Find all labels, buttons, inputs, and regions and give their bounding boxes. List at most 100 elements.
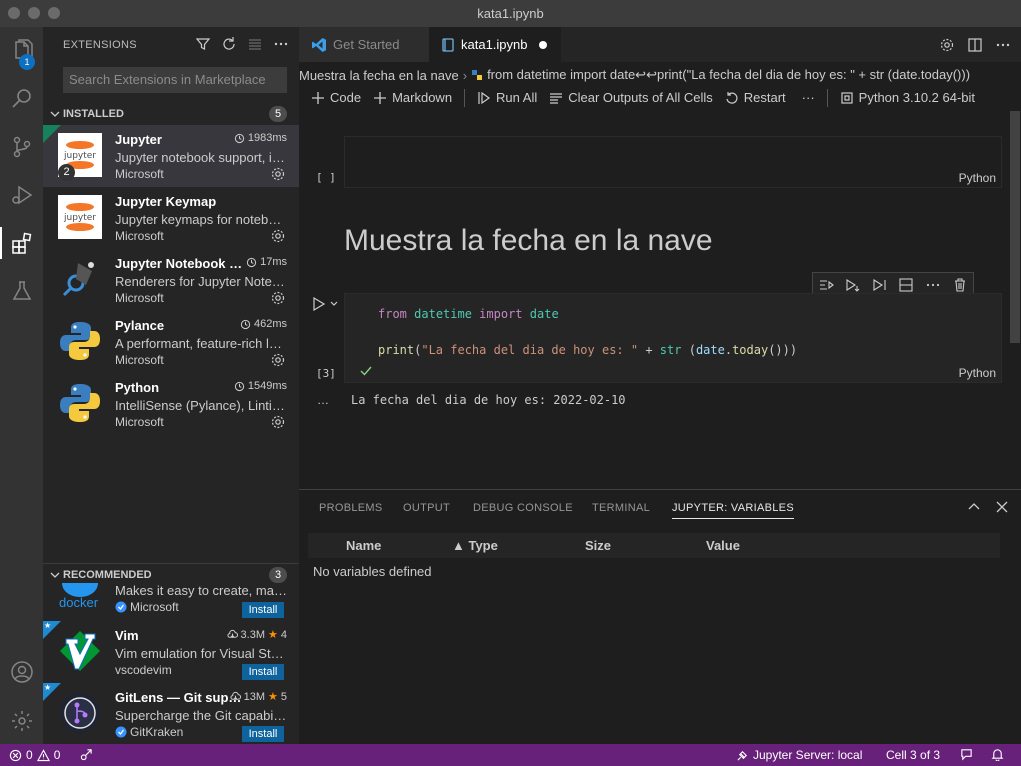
maximize-panel-chevron-up-icon[interactable]	[967, 500, 981, 514]
tab-output[interactable]: OUTPUT	[403, 502, 450, 514]
extension-description: A performant, feature-rich language serv…	[115, 336, 287, 351]
clear-list-icon[interactable]	[247, 36, 263, 55]
restart-label: Restart	[743, 90, 786, 105]
cell-language-label[interactable]: Python	[959, 171, 996, 185]
extension-publisher: Microsoft	[115, 229, 164, 243]
tab-terminal[interactable]: TERMINAL	[592, 502, 650, 514]
manage-gear-icon[interactable]	[270, 228, 286, 244]
run-all-button[interactable]: Run All	[477, 90, 537, 105]
manage-gear-icon[interactable]	[270, 414, 286, 430]
tab-jupyter-variables[interactable]: JUPYTER: VARIABLES	[672, 502, 794, 519]
tab-debug-console[interactable]: DEBUG CONSOLE	[473, 502, 573, 514]
split-cell-icon[interactable]	[898, 277, 914, 293]
add-code-label: Code	[330, 90, 362, 105]
method-token: today	[732, 343, 769, 357]
more-cell-actions-icon[interactable]	[925, 277, 941, 293]
notebook-settings-gear-icon[interactable]	[939, 37, 955, 56]
split-editor-icon[interactable]	[967, 37, 983, 56]
clear-outputs-button[interactable]: Clear Outputs of All Cells	[549, 90, 713, 105]
restart-icon	[726, 91, 738, 104]
installed-section-header[interactable]: INSTALLED 5	[43, 103, 299, 125]
account-icon[interactable]	[0, 652, 43, 692]
feedback-icon[interactable]	[960, 748, 973, 761]
manage-gear-icon[interactable]	[270, 352, 286, 368]
punctuation-token: (	[681, 343, 696, 357]
run-cell-icon[interactable]	[312, 297, 326, 311]
code-cell[interactable]: from datetime import date print ("La fech…	[344, 293, 1002, 383]
extension-publisher: vscodevim	[115, 663, 172, 677]
add-code-cell-button[interactable]: Code	[311, 90, 361, 105]
scrollbar-thumb[interactable]	[1010, 111, 1020, 343]
tab-problems[interactable]: PROBLEMS	[319, 502, 383, 514]
close-panel-icon[interactable]	[995, 500, 1009, 514]
extension-item-python[interactable]: Python 1549ms IntelliSense (Pylance), Li…	[43, 373, 299, 435]
python-logo-icon	[60, 384, 100, 422]
column-value[interactable]: Value	[706, 538, 740, 553]
more-actions-icon[interactable]	[995, 37, 1011, 56]
python-logo-icon	[60, 322, 100, 360]
column-type[interactable]: ▲ Type	[452, 538, 498, 553]
more-toolbar-actions-button[interactable]: ···	[802, 90, 815, 105]
extension-item-gitlens[interactable]: ★ GitLens — Git supercharged 13M★5 Super…	[43, 683, 299, 744]
notebook-toolbar: Code Markdown Run All Clear Outputs of A…	[299, 84, 1021, 111]
output-actions-icon[interactable]: …	[317, 393, 329, 407]
markdown-heading[interactable]: Muestra la fecha en la nave	[344, 224, 713, 258]
column-name[interactable]: Name	[346, 538, 381, 553]
chevron-down-icon[interactable]	[329, 299, 339, 309]
search-icon[interactable]	[0, 79, 43, 119]
run-debug-icon[interactable]	[0, 175, 43, 215]
vscode-logo-icon	[312, 37, 326, 52]
restart-kernel-button[interactable]: Restart	[725, 90, 786, 105]
breadcrumb-item-heading[interactable]: Muestra la fecha en la nave	[299, 68, 459, 83]
refresh-icon[interactable]	[221, 36, 237, 55]
operator-token: +	[638, 343, 660, 357]
add-markdown-cell-button[interactable]: Markdown	[373, 90, 452, 105]
breadcrumb-item-code[interactable]: from datetime import date↩↩print("La fec…	[487, 67, 970, 83]
star-icon: ★	[44, 621, 52, 630]
manage-gear-icon[interactable]	[270, 290, 286, 306]
extension-item-jupyter-renderers[interactable]: Jupyter Notebook Renderers 17ms Renderer…	[43, 249, 299, 311]
problems-status[interactable]: 0 0	[9, 748, 60, 762]
extensions-icon[interactable]	[0, 223, 43, 263]
extension-item-docker[interactable]: docker Makes it easy to create, manage, …	[43, 575, 299, 619]
settings-gear-icon[interactable]	[0, 701, 43, 741]
filter-icon[interactable]	[195, 36, 211, 55]
toolbar-divider	[826, 88, 828, 107]
gitlens-logo-icon	[60, 693, 100, 733]
search-extensions-input[interactable]: Search Extensions in Marketplace	[63, 67, 287, 93]
cell-language-label[interactable]: Python	[959, 366, 996, 380]
more-actions-icon[interactable]	[273, 36, 289, 55]
tab-get-started[interactable]: Get Started	[299, 27, 429, 62]
docker-logo-text: docker	[59, 595, 99, 610]
extension-item-pylance[interactable]: Pylance 462ms A performant, feature-rich…	[43, 311, 299, 373]
cell-position[interactable]: Cell 3 of 3	[886, 748, 940, 762]
extension-item-vim[interactable]: ★ Vim 3.3M ★ 4 Vim emulation for Visual St…	[43, 621, 299, 683]
add-markdown-label: Markdown	[392, 90, 453, 105]
unsaved-dot-icon[interactable]	[539, 41, 547, 49]
execute-below-icon[interactable]	[872, 277, 888, 293]
source-control-icon[interactable]	[0, 127, 43, 167]
extension-name: Python	[115, 380, 160, 395]
kernel-picker[interactable]: Python 3.10.2 64-bit	[840, 90, 975, 105]
tab-kata1-ipynb[interactable]: kata1.ipynb	[429, 27, 561, 62]
install-button[interactable]: Install	[242, 602, 284, 618]
testing-icon[interactable]	[0, 271, 43, 311]
explorer-icon[interactable]: 1	[0, 31, 43, 71]
execute-cell-and-below-icon[interactable]	[845, 277, 861, 293]
delete-cell-icon[interactable]	[952, 277, 968, 293]
editor-scrollbar[interactable]	[1009, 111, 1021, 489]
manage-gear-icon[interactable]	[270, 166, 286, 182]
live-share-icon[interactable]	[80, 748, 93, 761]
execute-above-icon[interactable]	[818, 277, 835, 293]
extension-item-jupyter[interactable]: jupyter 2 Jupyter 1983ms Jupyter noteboo…	[43, 125, 299, 187]
notifications-bell-icon[interactable]	[991, 748, 1004, 761]
jupyter-server-status[interactable]: Jupyter Server: local	[736, 748, 862, 762]
download-count: 3.3M	[240, 628, 265, 641]
title-bar: kata1.ipynb	[0, 0, 1021, 27]
column-size[interactable]: Size	[585, 538, 611, 553]
code-line-2: print ("La fecha del dia de hoy es: " + s…	[378, 343, 797, 357]
extension-item-jupyter-keymap[interactable]: jupyter Jupyter Keymap Jupyter keymaps f…	[43, 187, 299, 249]
install-button[interactable]: Install	[242, 664, 284, 680]
install-button[interactable]: Install	[242, 726, 284, 742]
empty-code-cell[interactable]: Python	[344, 136, 1002, 188]
